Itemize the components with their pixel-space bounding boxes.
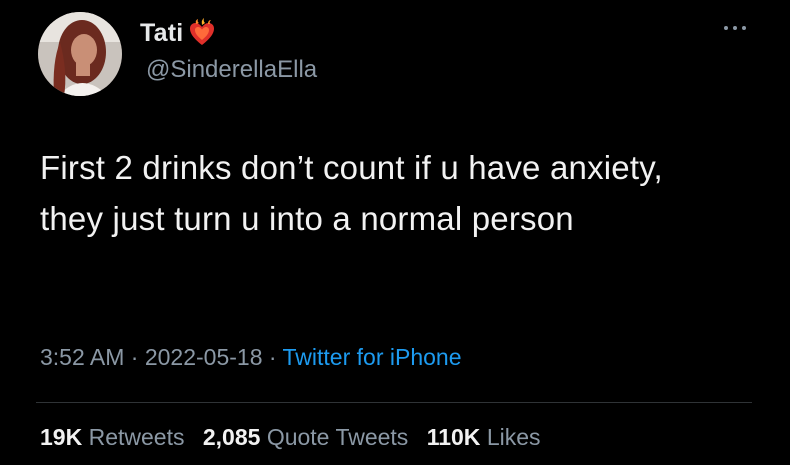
retweets-stat[interactable]: 19K Retweets (40, 424, 184, 450)
author-handle[interactable]: @SinderellaElla (146, 56, 317, 84)
avatar-image (38, 12, 122, 96)
tweet-meta: 3:52 AM · 2022-05-18 · Twitter for iPhon… (40, 344, 462, 371)
tweet-stats: 19K Retweets 2,085 Quote Tweets 110K Lik… (40, 424, 553, 451)
tweet-time[interactable]: 3:52 AM (40, 344, 124, 370)
quote-tweets-count: 2,085 (202, 424, 261, 450)
meta-separator: · (124, 344, 145, 370)
tweet-date[interactable]: 2022-05-18 (145, 344, 263, 370)
retweets-count: 19K (40, 424, 83, 450)
retweets-label: Retweets (88, 424, 185, 450)
likes-stat[interactable]: 110K Likes (427, 424, 541, 450)
tweet-card: Tati @SinderellaElla First 2 drinks don’… (0, 0, 790, 465)
quote-tweets-stat[interactable]: 2,085 Quote Tweets (203, 424, 408, 450)
more-icon[interactable] (722, 22, 748, 34)
author-name-row[interactable]: Tati (140, 16, 217, 50)
likes-count: 110K (426, 424, 481, 450)
display-name[interactable]: Tati (140, 19, 183, 48)
flaming-heart-icon (187, 18, 217, 48)
tweet-source-link[interactable]: Twitter for iPhone (283, 344, 462, 370)
meta-separator: · (262, 344, 283, 370)
avatar[interactable] (38, 12, 122, 96)
likes-label: Likes (486, 424, 541, 450)
tweet-text: First 2 drinks don’t count if u have anx… (40, 149, 663, 237)
quote-tweets-label: Quote Tweets (266, 424, 409, 450)
divider (36, 402, 752, 403)
